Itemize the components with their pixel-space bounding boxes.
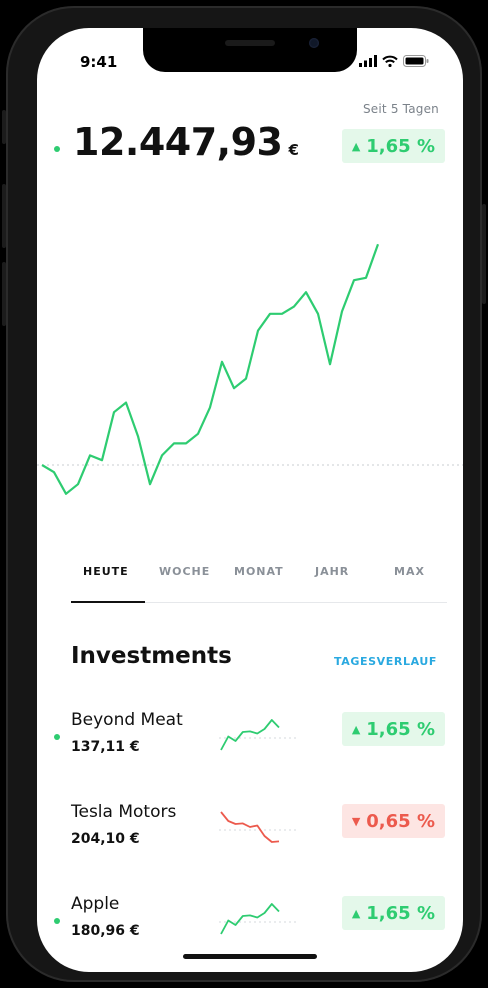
investment-price: 137,11 €: [71, 739, 140, 755]
investment-sparkline: [219, 811, 299, 843]
tab-jahr[interactable]: JAHR: [315, 565, 349, 578]
tab-woche[interactable]: WOCHE: [159, 565, 210, 578]
chart-line: [41, 243, 380, 495]
phone-frame: 9:41 Seit 5 Tagen 12.447,93 € ▲ 1,65 % H…: [2, 6, 486, 982]
investment-change-value: 1,65 %: [366, 902, 435, 924]
speaker: [225, 40, 275, 46]
period-label: Seit 5 Tagen: [362, 102, 439, 116]
portfolio-value-amount: 12.447,93: [73, 120, 283, 164]
tab-heute[interactable]: HEUTE: [83, 565, 129, 578]
live-indicator-dot: [54, 734, 60, 740]
signal-icon: [359, 55, 377, 67]
arrow-up-icon: ▲: [351, 906, 361, 920]
sparkline-line: [220, 719, 280, 751]
portfolio-value: 12.447,93 €: [73, 120, 299, 164]
front-camera: [309, 38, 319, 48]
notch: [143, 28, 357, 72]
mute-switch: [2, 110, 6, 144]
arrow-up-icon: ▲: [351, 139, 361, 153]
home-indicator[interactable]: [183, 954, 317, 959]
live-indicator-dot: [54, 146, 60, 152]
sparkline-line: [220, 811, 280, 843]
active-tab-indicator: [71, 601, 145, 603]
portfolio-currency: €: [288, 141, 299, 159]
tab-monat[interactable]: MONAT: [234, 565, 284, 578]
investments-title: Investments: [71, 643, 232, 669]
portfolio-change-value: 1,65 %: [366, 135, 435, 157]
volume-up-button: [2, 184, 6, 248]
portfolio-change-badge: ▲ 1,65 %: [341, 129, 445, 163]
investment-change-badge: ▲ 1,65 %: [341, 712, 445, 746]
investment-sparkline: [219, 903, 299, 935]
investment-change-value: 1,65 %: [366, 718, 435, 740]
battery-icon: [403, 55, 429, 67]
wifi-icon: [382, 55, 398, 67]
arrow-up-icon: ▲: [351, 722, 361, 736]
volume-down-button: [2, 262, 6, 326]
status-time: 9:41: [80, 53, 118, 71]
investment-change-badge: ▼ 0,65 %: [341, 804, 445, 838]
investment-change-badge: ▲ 1,65 %: [341, 896, 445, 930]
app-screen: 9:41 Seit 5 Tagen 12.447,93 € ▲ 1,65 % H…: [37, 28, 463, 972]
investment-row-beyond-meat[interactable]: Beyond Meat 137,11 € ▲ 1,65 %: [37, 710, 463, 780]
investment-row-tesla-motors[interactable]: Tesla Motors 204,10 € ▼ 0,65 %: [37, 802, 463, 872]
investment-price: 180,96 €: [71, 923, 140, 939]
time-range-tabs: HEUTE WOCHE MONAT JAHR MAX: [71, 565, 447, 605]
investment-name: Apple: [71, 894, 120, 914]
investment-change-value: 0,65 %: [366, 810, 435, 832]
arrow-down-icon: ▼: [351, 814, 361, 828]
status-icons: [359, 55, 429, 67]
investment-price: 204,10 €: [71, 831, 140, 847]
power-button: [482, 204, 486, 304]
sparkline-line: [220, 903, 280, 935]
portfolio-chart[interactable]: [37, 198, 463, 498]
tab-max[interactable]: MAX: [394, 565, 425, 578]
tagesverlauf-link[interactable]: TAGESVERLAUF: [334, 655, 437, 668]
investment-sparkline: [219, 719, 299, 751]
investment-name: Beyond Meat: [71, 710, 183, 730]
live-indicator-dot: [54, 918, 60, 924]
investment-name: Tesla Motors: [71, 802, 177, 822]
